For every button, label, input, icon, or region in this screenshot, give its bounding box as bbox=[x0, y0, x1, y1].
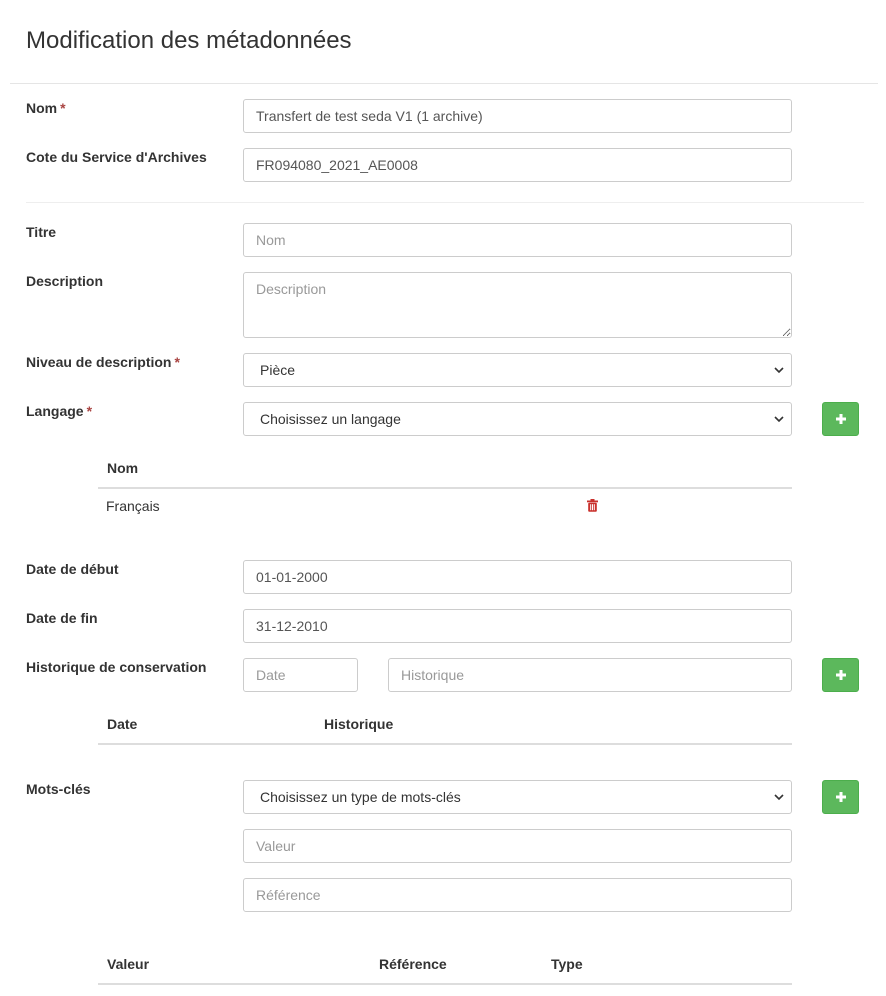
langage-selected-value: Choisissez un langage bbox=[260, 411, 401, 427]
plus-icon bbox=[835, 670, 846, 680]
mots-cles-label: Mots-clés bbox=[26, 781, 91, 797]
chevron-down-icon bbox=[774, 794, 784, 801]
date-debut-label: Date de début bbox=[26, 561, 119, 577]
niveau-select[interactable]: Pièce bbox=[243, 353, 792, 387]
langage-table-cell-nom: Français bbox=[106, 498, 160, 514]
nom-label-text: Nom bbox=[26, 100, 58, 116]
langage-select[interactable]: Choisissez un langage bbox=[243, 402, 792, 436]
date-fin-label: Date de fin bbox=[26, 610, 98, 626]
nom-input[interactable] bbox=[243, 99, 792, 133]
mots-cles-valeur-input[interactable] bbox=[243, 829, 792, 863]
metadata-edit-page: Modification des métadonnées Nom* Cote d… bbox=[0, 0, 886, 996]
historique-label: Historique de conservation bbox=[26, 659, 207, 675]
titre-label: Titre bbox=[26, 224, 57, 240]
niveau-label-text: Niveau de description bbox=[26, 354, 172, 370]
historique-table-header-historique: Historique bbox=[324, 716, 394, 732]
langage-label-text: Langage bbox=[26, 403, 84, 419]
nom-label: Nom * bbox=[26, 100, 66, 116]
mots-cles-table-header-valeur: Valeur bbox=[107, 956, 150, 972]
historique-table-header-date: Date bbox=[107, 716, 138, 732]
required-mark: * bbox=[60, 100, 66, 116]
langage-table-header-border bbox=[98, 487, 792, 489]
page-title: Modification des métadonnées bbox=[26, 27, 352, 54]
date-fin-input[interactable] bbox=[243, 609, 792, 643]
historique-date-input[interactable] bbox=[243, 658, 358, 692]
mots-cles-type-select[interactable]: Choisissez un type de mots-clés bbox=[243, 780, 792, 814]
titre-input[interactable] bbox=[243, 223, 792, 257]
description-label: Description bbox=[26, 273, 104, 289]
add-langage-button[interactable] bbox=[822, 402, 859, 436]
langage-label: Langage * bbox=[26, 403, 92, 419]
mots-cles-table-header-reference: Référence bbox=[379, 956, 447, 972]
add-mots-cles-button[interactable] bbox=[822, 780, 859, 814]
date-debut-input[interactable] bbox=[243, 560, 792, 594]
plus-icon bbox=[835, 414, 846, 424]
mots-cles-table-header-type: Type bbox=[551, 956, 583, 972]
cote-input[interactable] bbox=[243, 148, 792, 182]
langage-table-header-nom: Nom bbox=[107, 460, 139, 476]
niveau-selected-value: Pièce bbox=[260, 362, 296, 378]
niveau-label: Niveau de description * bbox=[26, 354, 180, 370]
header-divider bbox=[10, 83, 878, 84]
description-textarea[interactable] bbox=[243, 272, 792, 338]
chevron-down-icon bbox=[774, 416, 784, 423]
add-historique-button[interactable] bbox=[822, 658, 859, 692]
required-mark: * bbox=[86, 403, 93, 419]
plus-icon bbox=[835, 792, 846, 802]
trash-icon[interactable] bbox=[587, 499, 598, 512]
section-divider bbox=[26, 202, 864, 203]
chevron-down-icon bbox=[774, 367, 784, 374]
historique-text-input[interactable] bbox=[388, 658, 792, 692]
mots-cles-table-header-border bbox=[98, 983, 792, 985]
historique-table-header-border bbox=[98, 743, 792, 745]
mots-cles-reference-input[interactable] bbox=[243, 878, 792, 912]
required-mark: * bbox=[174, 354, 180, 370]
mots-cles-selected-value: Choisissez un type de mots-clés bbox=[260, 789, 461, 805]
cote-label: Cote du Service d'Archives bbox=[26, 149, 207, 165]
